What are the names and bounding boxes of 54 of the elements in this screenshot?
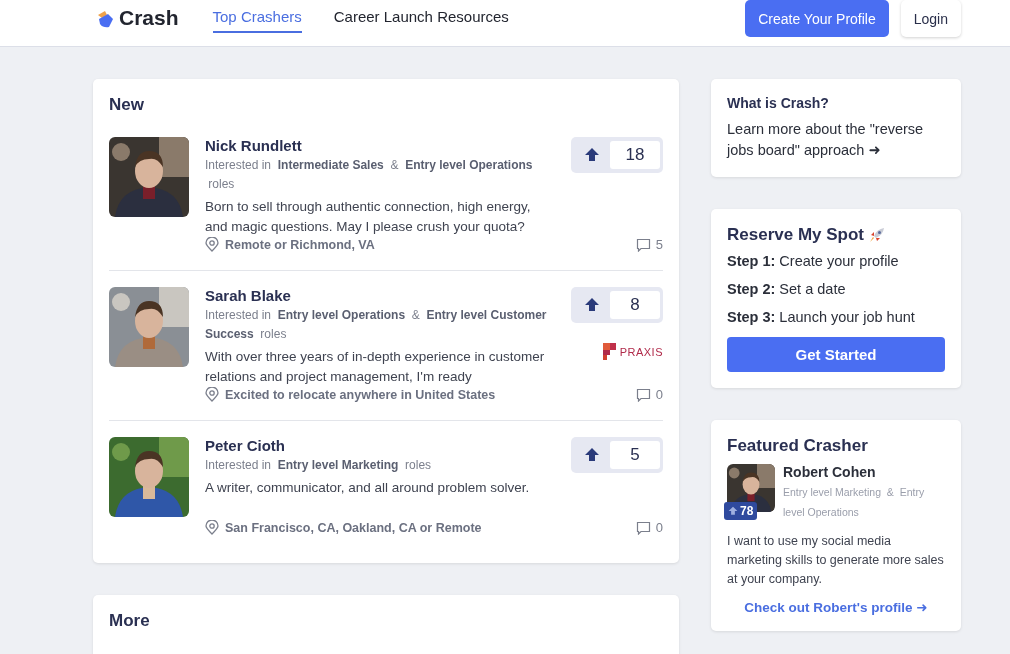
vote-count: 18: [610, 141, 660, 169]
upvote-button[interactable]: 5: [571, 437, 663, 473]
profile-bio: Born to sell through authentic connection, high energy, and magic questions. May I please crush your quota?: [205, 198, 532, 236]
profile-bio: With over three years of in-depth experience in customer relations and project management, I'm ready: [205, 348, 546, 386]
up-arrow-icon: [728, 506, 738, 516]
location-pin-icon: [205, 387, 219, 402]
interests-text: Interested in Intermediate Sales & Entry level Operations roles: [205, 157, 534, 193]
up-arrow-icon: [584, 297, 600, 313]
card-title: Featured Crasher: [727, 436, 869, 456]
location-text: Remote or Richmond, VA: [225, 237, 375, 252]
vote-badge: 78: [724, 502, 758, 520]
interests-text: Interested in Entry level Marketing roles: [205, 457, 433, 474]
location-text: Excited to relocate anywhere in United States: [225, 387, 496, 402]
upvote-button[interactable]: 8: [571, 287, 663, 323]
logo-text[interactable]: Crash: [119, 6, 179, 30]
nav-link[interactable]: Career Launch Resources: [333, 8, 509, 33]
section-title: More: [109, 611, 151, 631]
location-text: San Francisco, CA, Oakland, CA or Remote: [225, 520, 482, 535]
rocket-icon: [868, 226, 886, 244]
comment-count: 0: [655, 520, 663, 535]
step-text: Step 1: Create your profile: [727, 253, 900, 269]
interests-text: Interested in Entry level Operations & Entry level Customer Success roles: [205, 307, 548, 343]
vote-count: 5: [610, 441, 660, 469]
partner-logo-icon: [602, 343, 617, 360]
about-link[interactable]: Learn more about the "reverse jobs board" approach ➜: [727, 119, 945, 161]
profile-name[interactable]: Robert Cohen: [783, 464, 945, 480]
location-pin-icon: [205, 520, 219, 535]
partner-name: PRAXIS: [619, 345, 663, 358]
get-started-button[interactable]: Get Started: [727, 337, 945, 372]
vote-count: 8: [610, 291, 660, 319]
section-title: New: [109, 95, 145, 115]
profile-link[interactable]: Check out Robert's profile ➜: [727, 599, 945, 615]
profile-bio: I want to use my social media marketing skills to generate more sales at your company.: [727, 533, 945, 588]
nav-link[interactable]: Top Crashers: [212, 8, 302, 33]
upvote-button[interactable]: 18: [571, 137, 663, 173]
profile-name[interactable]: Nick Rundlett: [205, 137, 555, 154]
card-title: Reserve My Spot: [727, 225, 864, 245]
card-title: What is Crash?: [727, 95, 830, 111]
login-button[interactable]: Login: [900, 0, 961, 37]
comment-count: 5: [655, 237, 663, 252]
profile-name[interactable]: Sarah Blake: [205, 287, 555, 304]
roles-text: Entry level Marketing & Entry level Operations: [783, 485, 926, 520]
location-pin-icon: [205, 237, 219, 252]
step-text: Step 3: Launch your job hunt: [727, 309, 916, 325]
step-text: Step 2: Set a date: [727, 281, 847, 297]
profile-name[interactable]: Peter Cioth: [205, 437, 555, 454]
up-arrow-icon: [584, 147, 600, 163]
comment-icon: [635, 237, 651, 252]
create-profile-button[interactable]: Create Your Profile: [745, 0, 889, 37]
comment-count: 0: [655, 387, 663, 402]
up-arrow-icon: [584, 447, 600, 463]
profile-bio: A writer, communicator, and all around problem solver.: [205, 479, 531, 497]
comment-icon: [635, 387, 651, 402]
comment-icon: [635, 520, 651, 535]
